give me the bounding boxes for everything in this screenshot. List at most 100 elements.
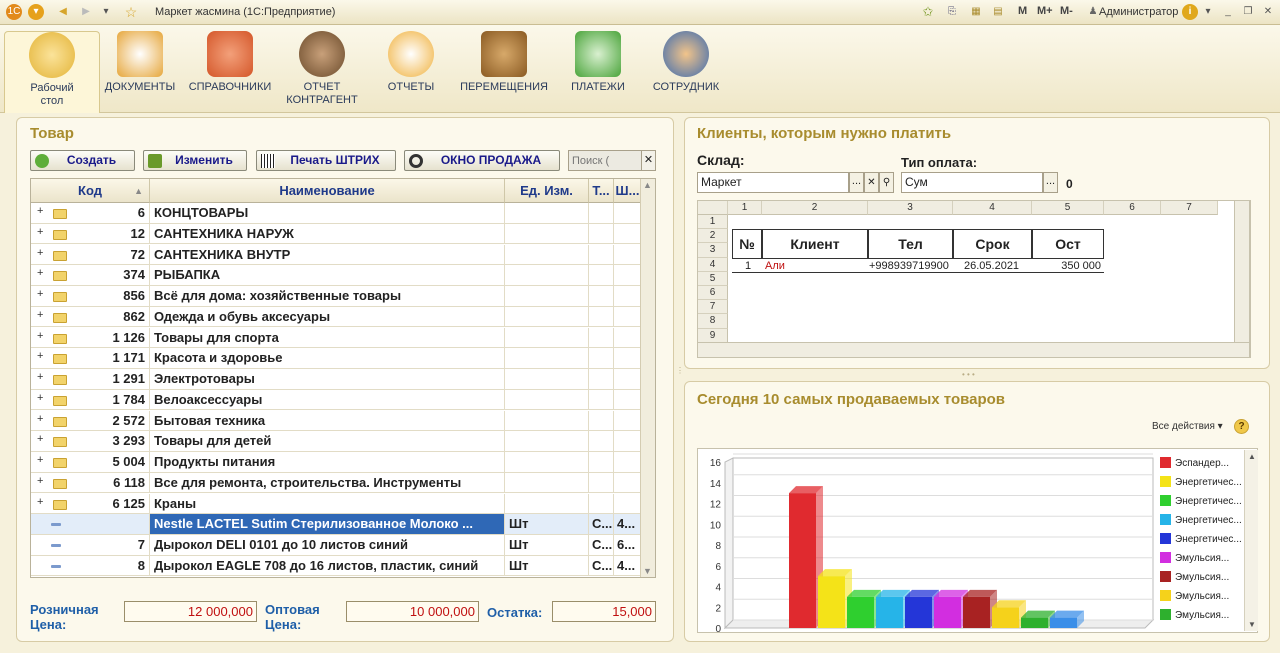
legend-scroll-up-icon[interactable]: ▲ [1248, 452, 1256, 461]
close-icon[interactable]: ✕ [1260, 4, 1276, 20]
print-barcode-button[interactable]: Печать ШТРИХ [256, 150, 396, 171]
paytype-input[interactable]: Сум [901, 172, 1043, 193]
help-icon[interactable]: ? [1234, 419, 1249, 434]
star-icon[interactable]: ✩ [920, 4, 936, 20]
sheet-col-header[interactable]: 3 [868, 201, 953, 215]
expand-icon[interactable]: + [37, 288, 43, 300]
expand-icon[interactable]: + [37, 371, 43, 383]
sheet-row-header[interactable]: 3 [698, 243, 728, 258]
client-row-date[interactable]: 26.05.2021 [964, 259, 1019, 273]
warehouse-select-button[interactable]: ... [849, 172, 864, 193]
goods-table[interactable]: Код ▲ Наименование Ед. Изм. Т... Ш... 6 + К… [30, 178, 656, 578]
column-unit[interactable]: Ед. Изм. [505, 179, 589, 203]
warehouse-input[interactable]: Маркет [697, 172, 849, 193]
sheet-col-header[interactable]: 4 [953, 201, 1032, 215]
table-row[interactable]: Nestle LACTEL Sutim Стерилизованное Моло… [31, 514, 642, 535]
link-icon[interactable]: ⎘ [944, 4, 960, 20]
app-logo-icon[interactable]: 1С [6, 4, 22, 20]
clients-spreadsheet[interactable]: 1234567 123456789 № Клиент Тел Срок Ост … [697, 200, 1250, 358]
sheet-vscroll[interactable] [1234, 201, 1249, 357]
sheet-col-header[interactable]: 1 [728, 201, 762, 215]
expand-icon[interactable]: + [37, 309, 43, 321]
sheet-row-header[interactable]: 6 [698, 286, 728, 301]
sheet-col-header[interactable]: 5 [1032, 201, 1104, 215]
warehouse-clear-icon[interactable]: ✕ [864, 172, 879, 193]
table-row[interactable]: 6 118 + Все для ремонта, строительства. Ин… [31, 472, 642, 494]
sheet-row-header[interactable]: 9 [698, 328, 728, 343]
client-row-no[interactable]: 1 [734, 259, 762, 273]
sheet-row-header[interactable]: 1 [698, 215, 728, 230]
table-row[interactable]: 856 + Всё для дома: хозяйственные товары [31, 286, 642, 307]
minimize-icon[interactable]: _ [1220, 4, 1236, 20]
sheet-row-header[interactable]: 4 [698, 257, 728, 272]
menu-icon[interactable]: ▾ [28, 4, 44, 20]
sheet-row-header[interactable]: 8 [698, 314, 728, 329]
stock-field[interactable]: 15,000 [552, 601, 656, 622]
table-row[interactable]: 374 + РЫБАПКА [31, 265, 642, 286]
section-payments[interactable]: ПЛАТЕЖИ [550, 31, 646, 94]
sheet-corner[interactable] [698, 201, 728, 215]
expand-icon[interactable]: + [37, 205, 43, 217]
sheet-col-header[interactable]: 2 [762, 201, 868, 215]
table-row[interactable]: 5 004 + Продукты питания [31, 452, 642, 473]
search-input[interactable] [568, 150, 642, 171]
history-dropdown-icon[interactable]: ▾ [98, 4, 114, 20]
expand-icon[interactable]: + [37, 496, 43, 508]
column-sh[interactable]: Ш... [614, 179, 642, 203]
expand-icon[interactable]: + [37, 350, 43, 362]
restore-icon[interactable]: ❐ [1240, 4, 1256, 20]
expand-icon[interactable]: + [37, 454, 43, 466]
sheet-col-header[interactable]: 6 [1104, 201, 1161, 215]
warehouse-open-icon[interactable]: ⚲ [879, 172, 894, 193]
client-row-name[interactable]: Али [765, 259, 785, 273]
forward-icon[interactable]: ▶ [78, 4, 94, 20]
column-t[interactable]: Т... [589, 179, 614, 203]
table-row[interactable]: 1 171 + Красота и здоровье [31, 348, 642, 369]
mem-minus-button[interactable]: M- [1060, 5, 1073, 17]
calendar-icon[interactable]: ▤ [990, 4, 1006, 20]
column-code[interactable]: Код ▲ [31, 179, 150, 203]
expand-icon[interactable]: + [37, 267, 43, 279]
wholesale-price-field[interactable]: 10 000,000 [346, 601, 479, 622]
sheet-row-header[interactable]: 7 [698, 300, 728, 315]
expand-icon[interactable]: + [37, 247, 43, 259]
scroll-up-icon[interactable]: ▲ [643, 180, 652, 190]
all-actions-menu[interactable]: Все действия ▾ [1152, 421, 1223, 432]
section-transfers[interactable]: ПЕРЕМЕЩЕНИЯ [456, 31, 552, 94]
column-name[interactable]: Наименование [150, 179, 505, 203]
paytype-select-button[interactable]: ... [1043, 172, 1058, 193]
mem-plus-button[interactable]: M+ [1037, 5, 1053, 17]
table-row[interactable]: 3 293 + Товары для детей [31, 431, 642, 452]
info-icon[interactable]: i [1182, 4, 1198, 20]
legend-scrollbar[interactable]: ▲ ▼ [1244, 450, 1258, 631]
mem-button[interactable]: M [1018, 5, 1027, 17]
expand-icon[interactable]: + [37, 392, 43, 404]
scroll-down-icon[interactable]: ▼ [643, 566, 652, 576]
sheet-row-header[interactable]: 5 [698, 271, 728, 286]
section-agent-report[interactable]: ОТЧЕТ КОНТРАГЕНТ [274, 31, 370, 107]
client-row-phone[interactable]: +998939719900 [869, 259, 949, 273]
splitter-handle-h[interactable]: • • • [962, 370, 975, 379]
client-row-rest[interactable]: 350 000 [1032, 259, 1101, 273]
section-catalogs[interactable]: СПРАВОЧНИКИ [182, 31, 278, 94]
table-row[interactable]: 1 291 + Электротовары [31, 369, 642, 390]
retail-price-field[interactable]: 12 000,000 [124, 601, 257, 622]
section-reports[interactable]: ОТЧЕТЫ [363, 31, 459, 94]
sheet-col-header[interactable]: 7 [1161, 201, 1218, 215]
table-row[interactable]: 12 + САНТЕХНИКА НАРУЖ [31, 223, 642, 245]
clear-search-icon[interactable]: ✕ [641, 150, 656, 171]
edit-button[interactable]: Изменить [143, 150, 247, 171]
favorites-star-icon[interactable]: ☆ [123, 4, 139, 20]
table-row[interactable]: 1 784 + Велоаксессуары [31, 389, 642, 411]
table-row[interactable]: 6 + КОНЦТОВАРЫ [31, 203, 642, 224]
back-icon[interactable]: ◀ [55, 4, 71, 20]
info-dropdown-icon[interactable]: ▾ [1200, 4, 1216, 20]
calculator-icon[interactable]: ▦ [968, 4, 984, 20]
create-button[interactable]: Создать [30, 150, 135, 171]
expand-icon[interactable]: + [37, 330, 43, 342]
section-documents[interactable]: ДОКУМЕНТЫ [92, 31, 188, 94]
sheet-row-header[interactable]: 2 [698, 229, 728, 244]
sheet-hscroll[interactable] [698, 342, 1249, 357]
expand-icon[interactable]: + [37, 413, 43, 425]
table-row[interactable]: 72 + САНТЕХНИКА ВНУТР [31, 244, 642, 266]
